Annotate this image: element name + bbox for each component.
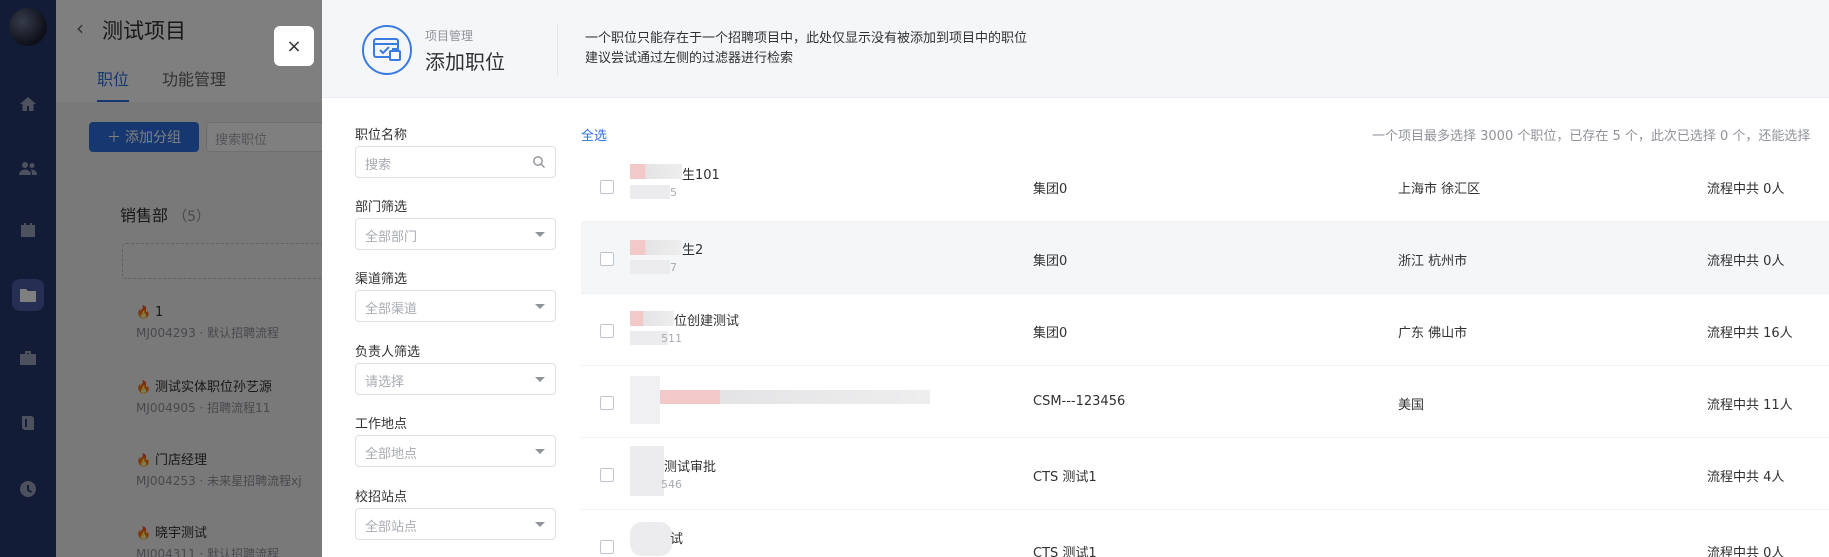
row-checkbox[interactable] — [600, 540, 614, 554]
note-line: 一个职位只能存在于一个招聘项目中，此处仅显示没有被添加到项目中的职位 — [585, 31, 1028, 46]
redacted-block — [630, 260, 670, 274]
caret-down-icon — [535, 232, 545, 237]
redacted-block — [630, 185, 670, 199]
department: 集团0 — [1033, 182, 1068, 197]
position-name: 测试审批 — [664, 460, 717, 475]
select-value: 请选择 — [365, 375, 405, 390]
position-name-search-input[interactable]: 搜索 — [355, 146, 556, 178]
redacted-block — [630, 240, 682, 255]
caret-down-icon — [535, 377, 545, 382]
location: 上海市 徐汇区 — [1398, 182, 1481, 197]
table-row[interactable]: 生2 7 集团0 浙江 杭州市 流程中共 0人 — [581, 222, 1829, 294]
department-select[interactable]: 全部部门 — [355, 218, 556, 250]
table-row[interactable]: 测试审批 546 CTS 测试1 流程中共 4人 — [581, 438, 1829, 510]
close-button[interactable]: × — [274, 26, 314, 66]
row-checkbox[interactable] — [600, 396, 614, 410]
owner-filter-label: 负责人筛选 — [355, 345, 421, 360]
position-code: 511 — [661, 332, 682, 345]
position-name: 位创建测试 — [674, 314, 740, 329]
placeholder: 搜索 — [365, 158, 392, 173]
pipeline-count: 流程中共 4人 — [1707, 470, 1785, 485]
caret-down-icon — [535, 304, 545, 309]
owner-select[interactable]: 请选择 — [355, 363, 556, 395]
channel-filter-label: 渠道筛选 — [355, 272, 408, 287]
caret-down-icon — [535, 449, 545, 454]
location: 广东 佛山市 — [1398, 326, 1468, 341]
campus-select[interactable]: 全部站点 — [355, 508, 556, 540]
position-code: 5 — [670, 186, 677, 199]
select-value: 全部部门 — [365, 230, 418, 245]
redacted-block — [630, 522, 672, 556]
table-row[interactable]: CSM---123456 美国 流程中共 11人 — [581, 366, 1829, 438]
pipeline-count: 流程中共 0人 — [1707, 546, 1785, 557]
search-icon — [533, 156, 545, 168]
drawer-title: 添加职位 — [425, 50, 505, 74]
pipeline-count: 流程中共 16人 — [1707, 326, 1793, 341]
channel-select[interactable]: 全部渠道 — [355, 290, 556, 322]
table-row[interactable]: 生101 5 集团0 上海市 徐汇区 流程中共 0人 — [581, 150, 1829, 222]
location-filter-label: 工作地点 — [355, 417, 408, 432]
table-row[interactable]: 位创建测试 511 集团0 广东 佛山市 流程中共 16人 — [581, 294, 1829, 366]
note-line: 建议尝试通过左侧的过滤器进行检索 — [585, 51, 794, 66]
location: 浙江 杭州市 — [1398, 254, 1468, 269]
divider — [557, 24, 558, 76]
redacted-block — [630, 390, 930, 404]
position-code: 546 — [661, 478, 682, 491]
redacted-block — [630, 311, 674, 326]
caret-down-icon — [535, 522, 545, 527]
location-select[interactable]: 全部地点 — [355, 435, 556, 467]
pipeline-count: 流程中共 0人 — [1707, 254, 1785, 269]
department: 集团0 — [1033, 326, 1068, 341]
position-card-icon — [362, 25, 412, 75]
row-checkbox[interactable] — [600, 180, 614, 194]
department: CTS 测试1 — [1033, 470, 1097, 485]
redacted-block — [630, 446, 664, 496]
pipeline-count: 流程中共 11人 — [1707, 398, 1793, 413]
drawer-header: 项目管理 添加职位 一个职位只能存在于一个招聘项目中，此处仅显示没有被添加到项目… — [322, 0, 1829, 98]
info-note: 一个职位只能存在于一个招聘项目中，此处仅显示没有被添加到项目中的职位 建议尝试通… — [585, 29, 1027, 69]
position-name-label: 职位名称 — [355, 128, 408, 143]
select-value: 全部地点 — [365, 447, 418, 462]
redacted-block — [630, 164, 682, 179]
row-checkbox[interactable] — [600, 324, 614, 338]
select-all-link[interactable]: 全选 — [581, 125, 607, 144]
select-value: 全部站点 — [365, 520, 418, 535]
location: 美国 — [1398, 398, 1425, 413]
position-code: 7 — [670, 261, 677, 274]
department: CSM---123456 — [1033, 394, 1126, 409]
breadcrumb: 项目管理 — [425, 29, 474, 43]
add-position-drawer: 项目管理 添加职位 一个职位只能存在于一个招聘项目中，此处仅显示没有被添加到项目… — [322, 0, 1829, 557]
row-checkbox[interactable] — [600, 468, 614, 482]
position-name: 生2 — [682, 243, 704, 258]
campus-filter-label: 校招站点 — [355, 490, 408, 505]
department: 集团0 — [1033, 254, 1068, 269]
selection-limit-text: 一个项目最多选择 3000 个职位，已存在 5 个，此次已选择 0 个，还能选择 — [1372, 129, 1811, 144]
close-icon: × — [286, 35, 302, 57]
redacted-block — [630, 376, 660, 424]
row-checkbox[interactable] — [600, 252, 614, 266]
pipeline-count: 流程中共 0人 — [1707, 182, 1785, 197]
department: CTS 测试1 — [1033, 546, 1097, 557]
select-value: 全部渠道 — [365, 302, 418, 317]
modal-overlay[interactable] — [0, 0, 322, 557]
table-row[interactable]: 试 CTS 测试1 流程中共 0人 — [581, 510, 1829, 557]
position-name: 试 — [670, 532, 684, 547]
position-name: 生101 — [682, 168, 720, 183]
department-filter-label: 部门筛选 — [355, 200, 408, 215]
